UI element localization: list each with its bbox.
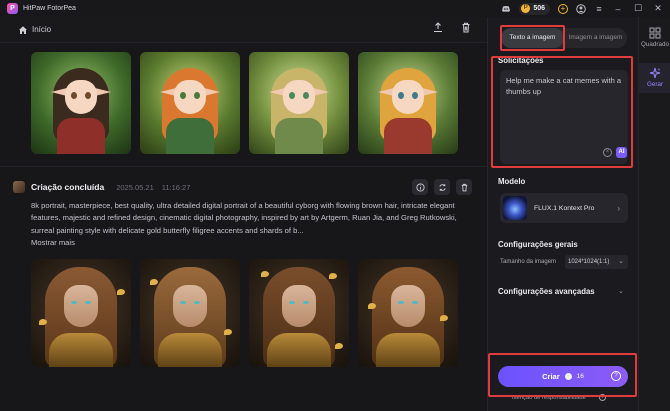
prompt-input[interactable]: Help me make a cat memes with a thumbs u… [506,76,622,136]
create-cost: 16 [576,373,584,380]
credits-badge[interactable]: P 506 [519,2,550,15]
model-thumbnail [503,196,527,220]
app-logo-icon: P [7,3,18,14]
coin-icon [564,373,572,380]
app-title: HitPaw FotorPea [23,5,76,12]
help-icon[interactable]: ? [611,371,621,381]
rail-item-canvas[interactable]: Quadrado [639,27,670,55]
credits-count: 506 [533,5,545,12]
side-rail: Quadrado Gerar [638,17,670,411]
create-label: Criar [542,372,560,381]
creation-title: Criação concluída [31,182,105,192]
delete-button[interactable] [456,179,472,195]
result-image[interactable] [249,52,349,154]
rail-item-generate[interactable]: Gerar [639,63,670,93]
trash-icon[interactable] [461,22,471,33]
menu-icon[interactable]: ≡ [594,4,604,14]
tab-image-to-image[interactable]: Imagem a imagem [564,28,627,48]
result-image[interactable] [31,259,131,367]
general-settings-label: Configurações gerais [498,240,578,249]
rail-label: Quadrado [640,41,669,48]
close-icon[interactable]: ✕ [652,3,664,14]
coin-icon: P [521,4,531,13]
creation-avatar [13,181,25,193]
result-image[interactable] [358,259,458,367]
create-button[interactable]: Criar 16 ? [498,366,628,387]
mode-tabs: Texto a imagem Imagem a imagem [501,28,627,48]
chevron-right-icon: › [617,203,620,213]
trash-icon [461,183,467,191]
creation-date: 2025.05.21 [116,182,154,192]
divider [0,166,487,167]
regenerate-button[interactable] [434,179,450,195]
elf-results-row [31,52,458,154]
info-button[interactable] [412,179,428,195]
user-account-icon[interactable] [576,3,586,14]
image-size-select[interactable]: 1024*1024(1:1) ⌄ [565,255,628,269]
home-icon[interactable] [18,25,28,35]
model-label: Modelo [498,177,526,186]
export-icon[interactable] [433,22,443,33]
maximize-icon[interactable]: ☐ [632,3,644,14]
chevron-down-icon: ⌄ [618,258,624,265]
chevron-down-icon[interactable]: ⌄ [618,287,624,295]
cyborg-results-row [31,259,458,367]
show-more-link[interactable]: Mostrar mais [31,238,75,247]
result-image[interactable] [140,52,240,154]
add-credits-icon[interactable]: + [558,3,568,14]
refresh-icon [438,183,446,191]
rail-label: Gerar [646,81,664,88]
result-image[interactable] [31,52,131,154]
model-selector[interactable]: FLUX.1 Kontext Pro › [500,193,628,223]
prompt-text: 8k portrait, masterpiece, best quality, … [31,201,457,235]
result-image[interactable] [358,52,458,154]
creation-time: 11:16:27 [161,182,191,192]
prompt-box: Help me make a cat memes with a thumbs u… [500,70,628,164]
home-link[interactable]: Início [32,25,51,34]
model-name: FLUX.1 Kontext Pro [534,204,595,212]
image-size-label: Tamanho da imagem [500,259,557,265]
result-image[interactable] [140,259,240,367]
image-size-value: 1024*1024(1:1) [568,259,610,265]
discord-icon[interactable] [501,4,511,14]
minimize-icon[interactable]: – [612,4,624,14]
prompt-label: Solicitações [498,56,544,65]
results-feed[interactable]: Criação concluída 2025.05.21 11:16:27 8k… [0,43,487,411]
result-image[interactable] [249,259,349,367]
title-bar: P HitPaw FotorPea P 506 + ≡ – ☐ ✕ [0,0,670,17]
generation-panel: Texto a imagem Imagem a imagem Solicitaç… [487,17,638,411]
ai-enhance-button[interactable]: AI [616,147,627,158]
info-icon[interactable]: i [599,394,606,401]
clear-icon[interactable]: × [603,148,612,157]
info-icon [415,182,425,192]
tab-text-to-image[interactable]: Texto a imagem [501,28,564,48]
advanced-settings-label[interactable]: Configurações avançadas [498,287,595,296]
grid-icon [649,27,661,39]
disclaimer-link[interactable]: Isenção de responsabilidade [512,395,586,401]
page-header: Início [0,17,487,43]
sparkle-icon [649,67,661,79]
creation-prompt: 8k portrait, masterpiece, best quality, … [31,200,473,250]
